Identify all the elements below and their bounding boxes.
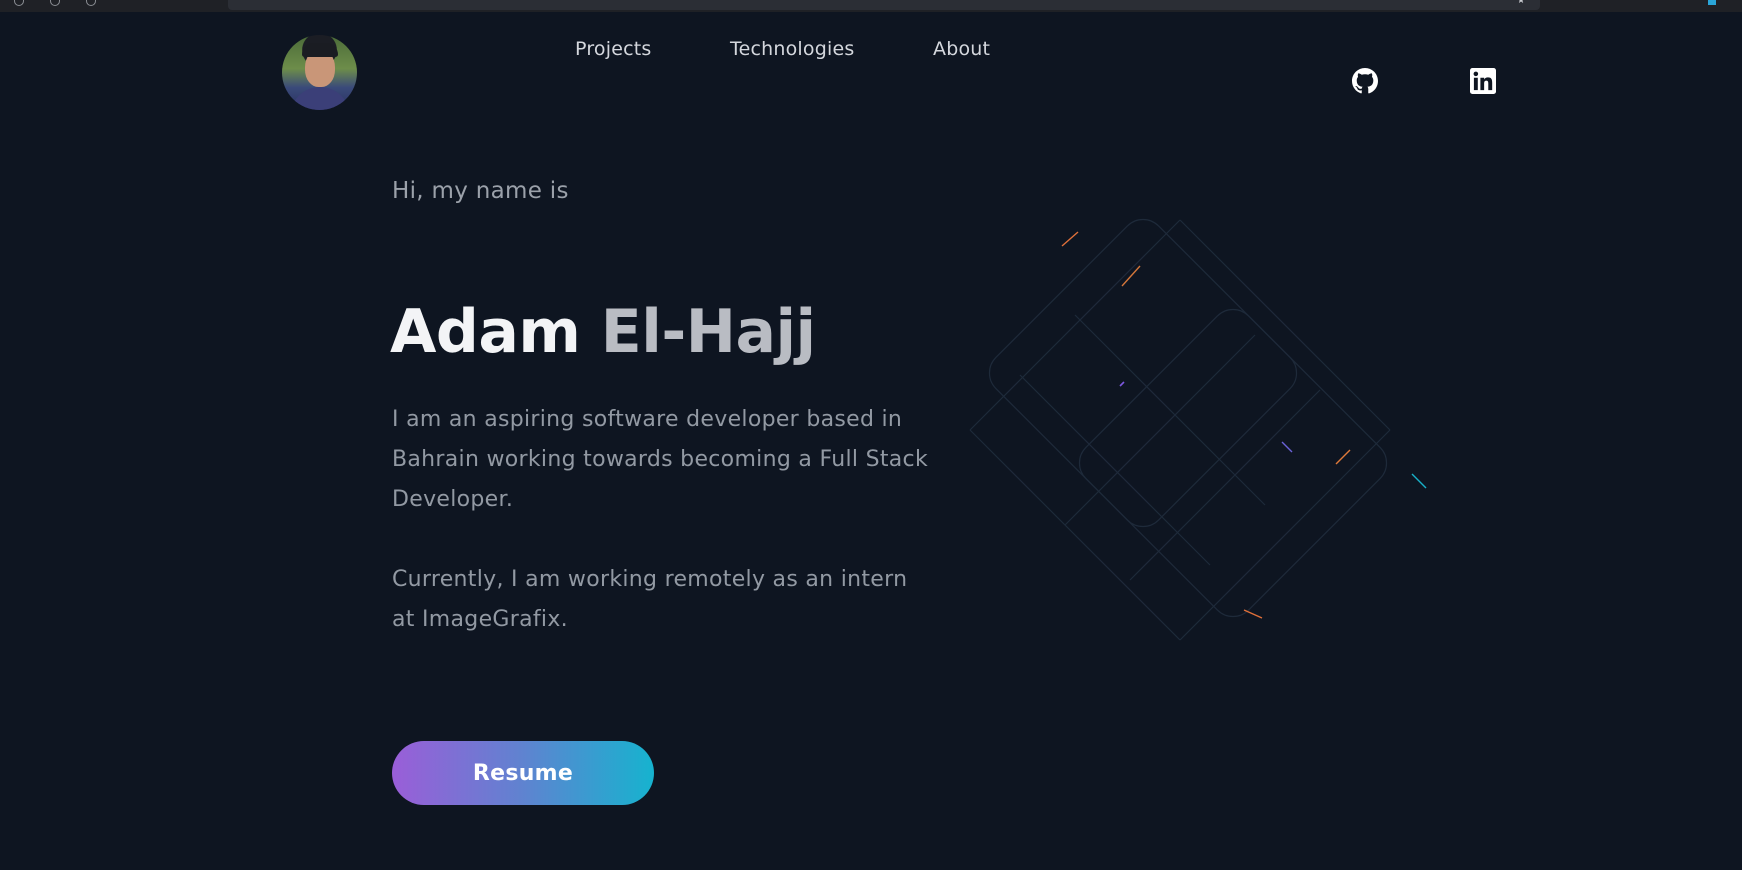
decorative-diamond-graphic [969,218,1427,641]
linkedin-link[interactable] [1470,68,1496,94]
last-name: El-Hajj [600,297,816,367]
bio: I am an aspiring software developer base… [392,400,932,680]
extension-icon[interactable] [1708,0,1716,5]
github-icon [1352,68,1378,94]
linkedin-icon [1470,68,1496,94]
spark-line [1411,473,1427,489]
avatar-cap [302,43,338,57]
back-icon[interactable] [14,0,24,6]
spark-line [1243,609,1263,619]
spark-line [1281,441,1293,453]
nav-link-projects[interactable]: Projects [575,38,652,60]
spark-line [1119,381,1125,387]
bio-paragraph: I am an aspiring software developer base… [392,407,928,512]
browser-chrome: ★ [0,0,1742,12]
reload-icon[interactable] [50,0,60,6]
nav-link-technologies[interactable]: Technologies [730,38,854,60]
resume-button[interactable]: Resume [392,741,654,805]
page-title: Adam El-Hajj [390,292,816,372]
bookmark-star-icon[interactable]: ★ [1517,0,1529,6]
bio-paragraph: Currently, I am working remotely as an i… [392,567,908,632]
greeting-text: Hi, my name is [392,178,569,204]
first-name: Adam [390,297,581,367]
github-link[interactable] [1352,68,1378,94]
spark-line [1335,449,1351,465]
address-bar[interactable] [228,0,1540,10]
avatar[interactable] [282,35,357,110]
spark-line [1061,231,1079,247]
avatar-shirt [290,87,350,110]
home-icon[interactable] [86,0,96,6]
nav-link-about[interactable]: About [933,38,990,60]
